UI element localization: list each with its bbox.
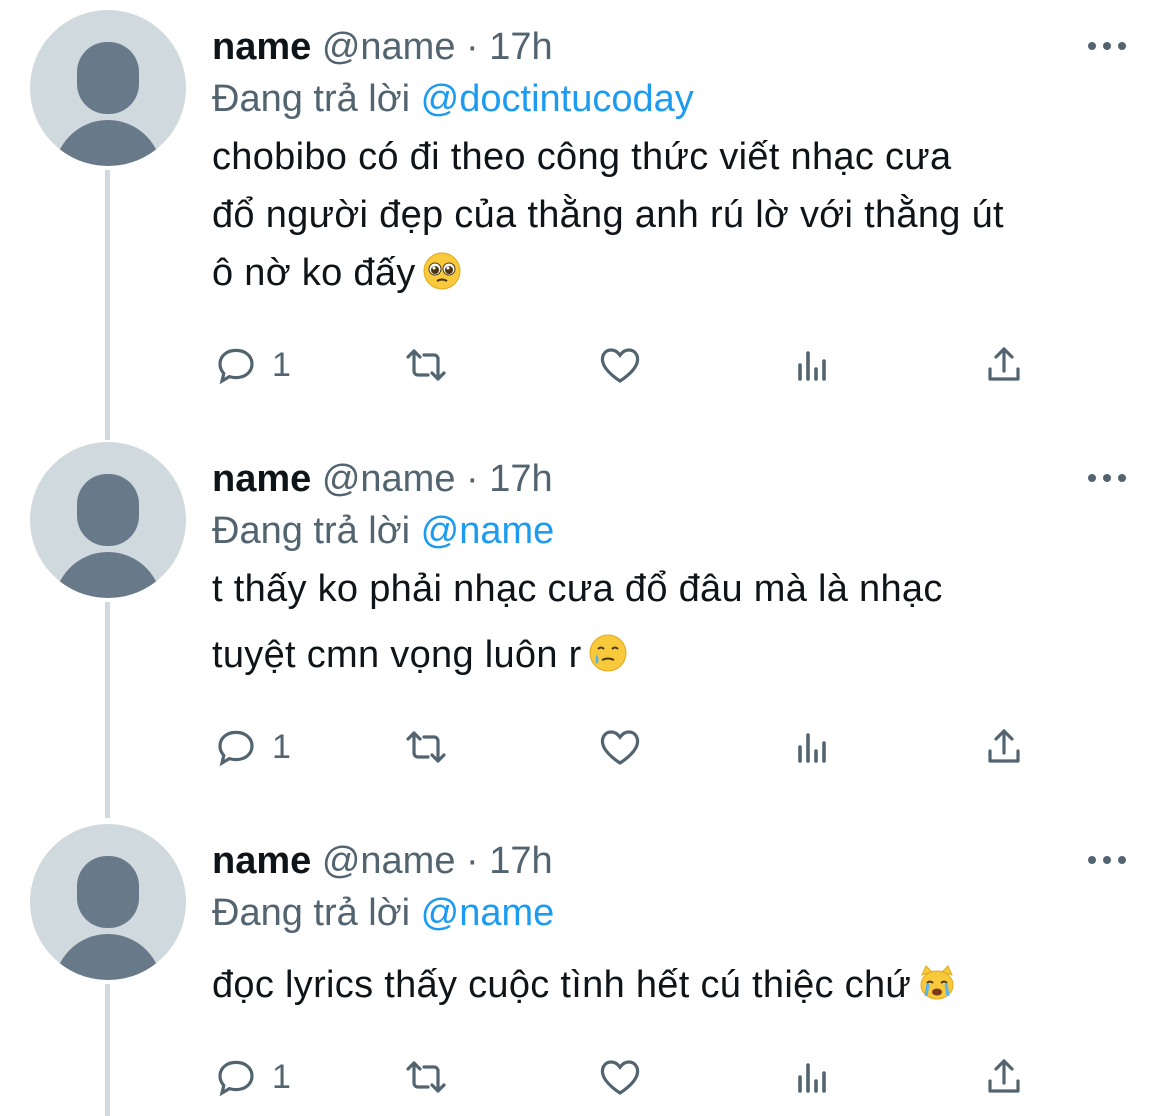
- tweet-header: name @name · 17h: [212, 24, 553, 70]
- display-name[interactable]: name: [212, 840, 311, 882]
- reply-icon: [218, 730, 254, 767]
- heart-icon: [600, 348, 640, 383]
- more-options-icon[interactable]: [1088, 472, 1126, 484]
- avatar-body-shape: [54, 934, 162, 980]
- analytics-button[interactable]: [788, 722, 836, 772]
- user-handle[interactable]: @name: [322, 840, 456, 882]
- reply-count: 1: [272, 727, 291, 766]
- reply-button[interactable]: 1: [212, 340, 291, 390]
- timestamp[interactable]: 17h: [489, 458, 552, 500]
- like-button[interactable]: [596, 340, 644, 390]
- replying-to-label: Đang trả lời: [212, 892, 411, 934]
- separator-dot: ·: [466, 840, 479, 882]
- mention-link[interactable]: @name: [421, 510, 555, 552]
- separator-dot: ·: [466, 26, 479, 68]
- retweet-icon: [406, 349, 446, 381]
- tweet-text-line: đổ người đẹp của thằng anh rú lờ với thằ…: [212, 194, 1004, 236]
- tweet[interactable]: name @name · 17h Đang trả lời @name t th…: [0, 442, 1170, 812]
- reply-button[interactable]: 1: [212, 1052, 291, 1102]
- like-button[interactable]: [596, 722, 644, 772]
- avatar-head-shape: [77, 856, 139, 928]
- tweet-actions: 1: [212, 340, 1092, 390]
- mention-link[interactable]: @doctintucoday: [421, 78, 694, 120]
- avatar-head-shape: [77, 42, 139, 114]
- tweet-header: name @name · 17h: [212, 456, 553, 502]
- avatar[interactable]: [30, 442, 186, 598]
- analytics-icon: [798, 733, 826, 763]
- more-options-icon[interactable]: [1088, 40, 1126, 52]
- display-name[interactable]: name: [212, 458, 311, 500]
- retweet-button[interactable]: [402, 722, 450, 772]
- replying-to: Đang trả lời @doctintucoday: [212, 76, 694, 122]
- separator-dot: ·: [466, 458, 479, 500]
- user-handle[interactable]: @name: [322, 26, 456, 68]
- analytics-icon: [798, 351, 826, 381]
- reply-button[interactable]: 1: [212, 722, 291, 772]
- tweet-text: chobibo có đi theo công thức viết nhạc c…: [212, 128, 1132, 302]
- tweet-actions: 1: [212, 722, 1092, 772]
- tweet-text-line-last: tuyệt cmn vọng luôn r: [212, 626, 1132, 684]
- tweet-text-line: chobibo có đi theo công thức viết nhạc c…: [212, 136, 952, 178]
- share-icon: [988, 347, 1020, 381]
- replying-to: Đang trả lời @name: [212, 508, 554, 554]
- tweet-text: t thấy ko phải nhạc cưa đổ đâu mà là nhạ…: [212, 560, 1132, 684]
- tweet-text: đọc lyrics thấy cuộc tình hết cú thiệc c…: [212, 956, 1132, 1014]
- tweet-header: name @name · 17h: [212, 838, 553, 884]
- analytics-button[interactable]: [788, 1052, 836, 1102]
- tweet[interactable]: name @name · 17h Đang trả lời @name đọc …: [0, 824, 1170, 1116]
- retweet-button[interactable]: [402, 340, 450, 390]
- reply-icon: [218, 1060, 254, 1097]
- analytics-icon: [798, 1063, 826, 1093]
- replying-to-label: Đang trả lời: [212, 78, 411, 120]
- retweet-button[interactable]: [402, 1052, 450, 1102]
- heart-icon: [600, 730, 640, 765]
- tweet-actions: 1: [212, 1052, 1092, 1102]
- tweet-text-line-last: ô nờ ko đấy: [212, 244, 1132, 302]
- retweet-icon: [406, 731, 446, 763]
- heart-icon: [600, 1060, 640, 1095]
- reply-icon: [218, 348, 254, 385]
- timestamp[interactable]: 17h: [489, 840, 552, 882]
- smiling-face-with-tear-emoji: [589, 634, 627, 672]
- reply-count: 1: [272, 1057, 291, 1096]
- tweet-text-line-last: đọc lyrics thấy cuộc tình hết cú thiệc c…: [212, 956, 1132, 1014]
- tweet[interactable]: name @name · 17h Đang trả lời @doctintuc…: [0, 10, 1170, 430]
- retweet-icon: [406, 1061, 446, 1093]
- tweet-text-line: t thấy ko phải nhạc cưa đổ đâu mà là nhạ…: [212, 568, 943, 610]
- crying-cat-emoji: [920, 965, 954, 1000]
- avatar-body-shape: [54, 120, 162, 166]
- reply-count: 1: [272, 345, 291, 384]
- share-button[interactable]: [980, 1052, 1028, 1102]
- analytics-button[interactable]: [788, 340, 836, 390]
- pleading-face-emoji: [423, 252, 461, 290]
- timestamp[interactable]: 17h: [489, 26, 552, 68]
- display-name[interactable]: name: [212, 26, 311, 68]
- share-icon: [988, 729, 1020, 763]
- avatar-body-shape: [54, 552, 162, 598]
- replying-to-label: Đang trả lời: [212, 510, 411, 552]
- avatar-head-shape: [77, 474, 139, 546]
- share-button[interactable]: [980, 340, 1028, 390]
- like-button[interactable]: [596, 1052, 644, 1102]
- avatar[interactable]: [30, 824, 186, 980]
- share-icon: [988, 1059, 1020, 1093]
- avatar[interactable]: [30, 10, 186, 166]
- mention-link[interactable]: @name: [421, 892, 555, 934]
- share-button[interactable]: [980, 722, 1028, 772]
- replying-to: Đang trả lời @name: [212, 890, 554, 936]
- more-options-icon[interactable]: [1088, 854, 1126, 866]
- user-handle[interactable]: @name: [322, 458, 456, 500]
